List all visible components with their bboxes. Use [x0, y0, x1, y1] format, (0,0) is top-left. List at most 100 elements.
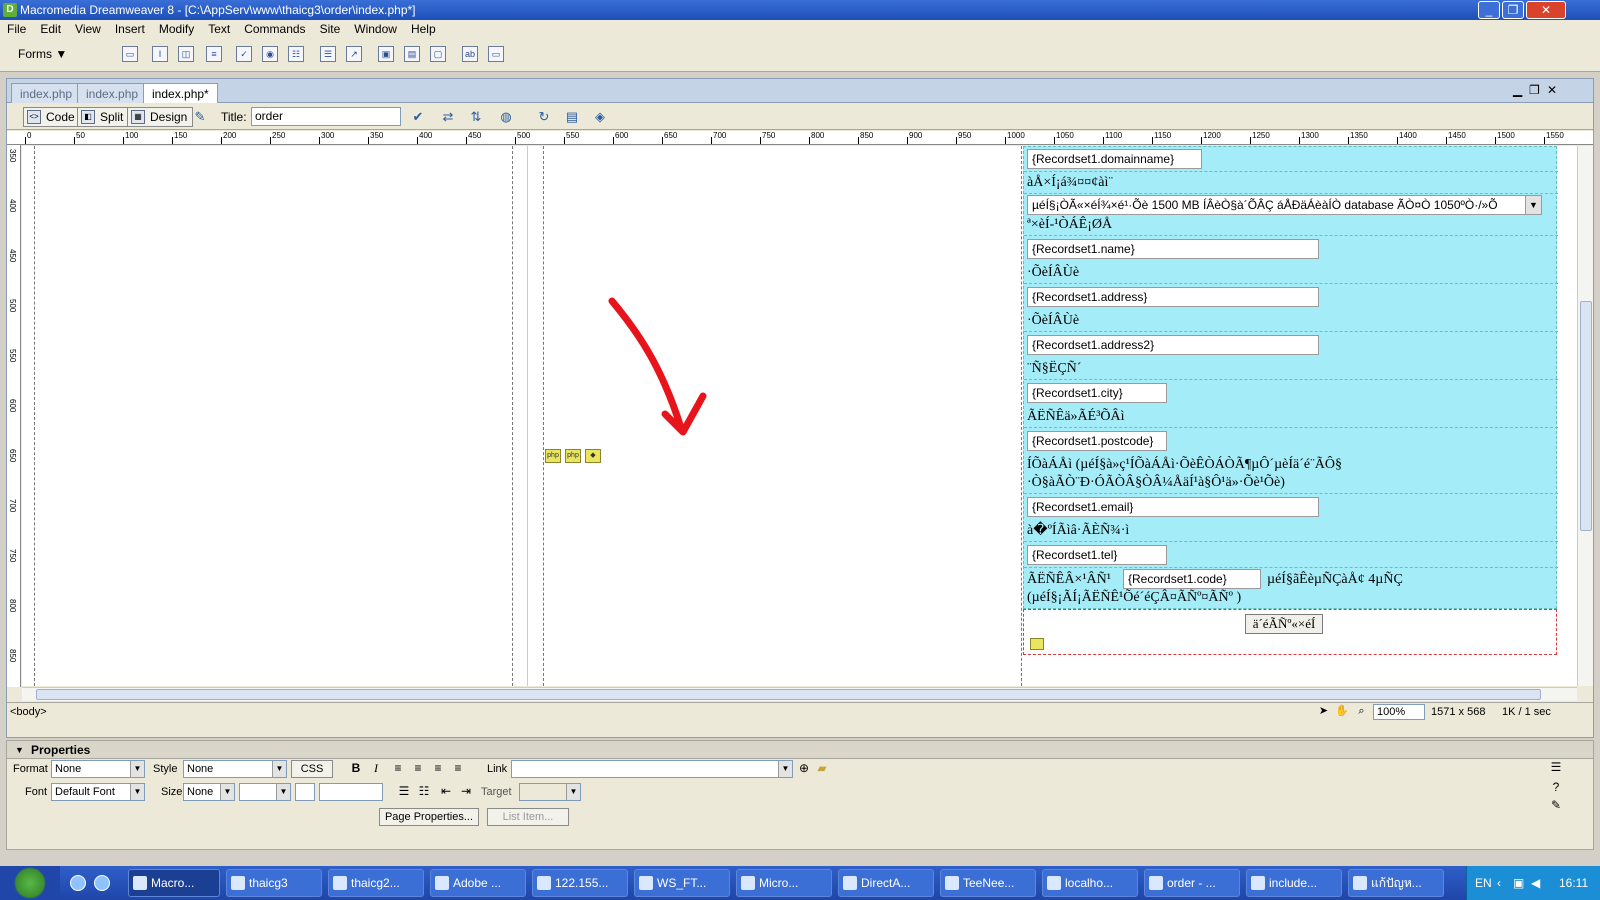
text-field-icon[interactable]: I [152, 46, 168, 62]
refresh-icon[interactable]: ↻ [535, 109, 553, 125]
radio-button-icon[interactable]: ◉ [262, 46, 278, 62]
menu-commands[interactable]: Commands [237, 20, 312, 38]
email-field[interactable]: {Recordset1.email} [1027, 497, 1319, 517]
jump-menu-icon[interactable]: ↗ [346, 46, 362, 62]
help-icon[interactable]: ? [1547, 779, 1565, 795]
php-code-icon[interactable]: php [565, 449, 581, 463]
horizontal-scrollbar[interactable] [22, 687, 1577, 701]
label-icon[interactable]: ab [462, 46, 478, 62]
zoom-tool-icon[interactable]: ⌕ [1355, 705, 1368, 718]
taskbar-item-folder[interactable]: thaicg3 [226, 869, 322, 897]
internet-explorer-icon[interactable] [94, 875, 110, 891]
pointer-tool-icon[interactable]: ➤ [1317, 705, 1330, 718]
address2-field[interactable]: {Recordset1.address2} [1027, 335, 1319, 355]
style-select[interactable]: None ▼ [183, 760, 287, 778]
taskbar-item-browser[interactable]: thaicg2... [328, 869, 424, 897]
button-icon[interactable]: ▢ [430, 46, 446, 62]
window-size-select[interactable]: 1571 x 568 [1431, 703, 1485, 721]
window-title-bar[interactable]: D Macromedia Dreamweaver 8 - [C:\AppServ… [0, 0, 1600, 20]
live-data-icon[interactable]: ✎ [191, 109, 209, 125]
taskbar-item-ftp[interactable]: WS_FT... [634, 869, 730, 897]
taskbar-item-browser[interactable]: 122.155... [532, 869, 628, 897]
browse-folder-icon[interactable]: ▰ [813, 760, 831, 776]
menu-site[interactable]: Site [313, 20, 348, 38]
indent-icon[interactable]: ⇥ [457, 783, 475, 799]
split-view-button[interactable]: ◧ Split [77, 107, 130, 127]
tag-selector[interactable]: <body> [10, 703, 47, 721]
taskbar-item-browser[interactable]: Micro... [736, 869, 832, 897]
tab-index-php-active[interactable]: index.php* [143, 83, 218, 103]
italic-button[interactable]: I [367, 760, 385, 776]
hand-tool-icon[interactable]: ✋ [1335, 705, 1349, 718]
taskbar-item-browser[interactable]: include... [1246, 869, 1342, 897]
hidden-field-icon[interactable]: ◫ [178, 46, 194, 62]
show-desktop-icon[interactable] [70, 875, 86, 891]
unordered-list-icon[interactable]: ☰ [395, 783, 413, 799]
link-input[interactable]: ▼ [511, 760, 793, 778]
browser-check-icon[interactable]: ✔ [409, 109, 427, 125]
quick-tag-editor-icon[interactable]: ✎ [1547, 797, 1565, 813]
menu-window[interactable]: Window [347, 20, 404, 38]
taskbar-item-dreamweaver[interactable]: Macro... [128, 869, 220, 897]
file-field-icon[interactable]: ▤ [404, 46, 420, 62]
ordered-list-icon[interactable]: ☷ [415, 783, 433, 799]
menu-modify[interactable]: Modify [152, 20, 201, 38]
align-right-icon[interactable]: ≡ [429, 760, 447, 776]
postcode-field[interactable]: {Recordset1.postcode} [1027, 431, 1167, 451]
text-color-input[interactable] [319, 783, 383, 801]
network-icon[interactable]: ▣ [1513, 866, 1524, 900]
file-management-icon[interactable]: ⇄ [439, 109, 457, 125]
restore-button[interactable]: ❐ [1502, 1, 1524, 19]
menu-edit[interactable]: Edit [33, 20, 68, 38]
align-left-icon[interactable]: ≡ [389, 760, 407, 776]
menu-help[interactable]: Help [404, 20, 443, 38]
menu-text[interactable]: Text [201, 20, 237, 38]
font-select[interactable]: Default Font ▼ [51, 783, 145, 801]
menu-insert[interactable]: Insert [108, 20, 152, 38]
city-field[interactable]: {Recordset1.city} [1027, 383, 1167, 403]
taskbar-item-browser[interactable]: แก้ปัญห... [1348, 869, 1444, 897]
code-field[interactable]: {Recordset1.code} [1123, 569, 1261, 589]
list-item-button[interactable]: List Item... [487, 808, 569, 826]
radio-group-icon[interactable]: ☷ [288, 46, 304, 62]
script-icon[interactable]: ◆ [585, 449, 601, 463]
scroll-thumb[interactable] [1580, 301, 1592, 531]
close-button[interactable]: ✕ [1526, 1, 1566, 19]
php-code-icon[interactable]: php [545, 449, 561, 463]
point-to-file-icon[interactable]: ⊕ [795, 760, 813, 776]
form-icon[interactable]: ▭ [122, 46, 138, 62]
package-select[interactable]: µéÍ§¡ÒÃ«×éÍ¾×é¹·Õè 1500 MB ÍÂèÒ§à´ÕÂÇ áÅ… [1027, 195, 1542, 215]
menu-view[interactable]: View [68, 20, 108, 38]
tab-index-php-2[interactable]: index.php [77, 83, 148, 103]
page-title-input[interactable]: order [251, 107, 401, 126]
taskbar-item-browser[interactable]: order - ... [1144, 869, 1240, 897]
menu-file[interactable]: File [0, 20, 33, 38]
volume-icon[interactable]: ◀ [1531, 866, 1540, 900]
image-field-icon[interactable]: ▣ [378, 46, 394, 62]
doc-close-icon[interactable]: ✕ [1547, 83, 1557, 97]
design-view-button[interactable]: ▦ Design [127, 107, 194, 127]
outdent-icon[interactable]: ⇤ [437, 783, 455, 799]
script-icon[interactable] [1030, 638, 1044, 650]
text-color-swatch[interactable] [295, 783, 315, 801]
format-select[interactable]: None ▼ [51, 760, 145, 778]
submit-button[interactable]: ä´éÃÑº«×éÍ [1245, 614, 1323, 634]
bold-button[interactable]: B [347, 760, 365, 776]
textarea-icon[interactable]: ≡ [206, 46, 222, 62]
insert-category-dropdown[interactable]: Forms ▼ [18, 47, 67, 61]
target-select[interactable]: ▼ [519, 783, 581, 801]
minimize-button[interactable]: _ [1478, 1, 1500, 19]
panel-options-icon[interactable]: ☰ [1547, 759, 1565, 775]
zoom-select[interactable]: 100% [1373, 704, 1425, 720]
page-properties-button[interactable]: Page Properties... [379, 808, 479, 826]
tray-expand-icon[interactable]: ‹ [1497, 866, 1501, 900]
fieldset-icon[interactable]: ▭ [488, 46, 504, 62]
doc-minimize-icon[interactable]: ▁ [1513, 83, 1522, 97]
preview-browser-icon[interactable]: ◍ [497, 109, 515, 125]
tab-index-php-1[interactable]: index.php [11, 83, 82, 103]
language-indicator[interactable]: EN [1475, 866, 1492, 900]
code-view-button[interactable]: <> Code [23, 107, 81, 127]
justify-icon[interactable]: ≡ [449, 760, 467, 776]
start-button[interactable] [0, 866, 60, 900]
view-options-icon[interactable]: ▤ [563, 109, 581, 125]
